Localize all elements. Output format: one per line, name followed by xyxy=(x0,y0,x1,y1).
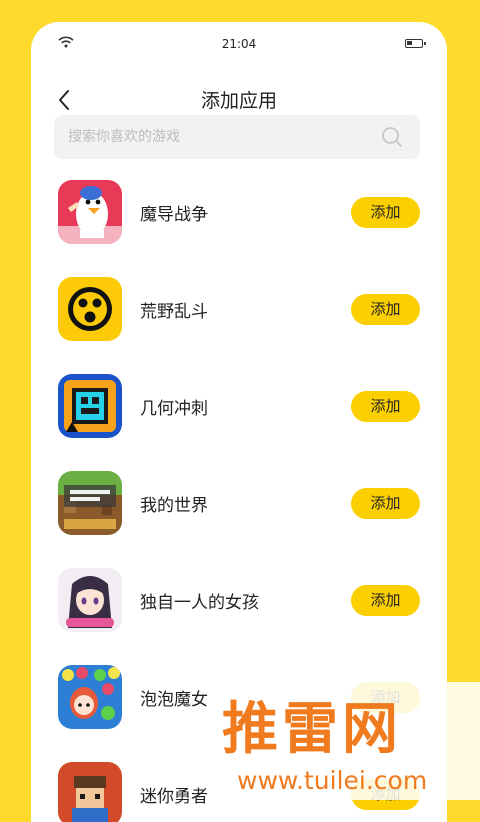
add-button[interactable]: 添加 xyxy=(351,197,420,228)
app-name: 泡泡魔女 xyxy=(140,690,208,710)
goose-game-icon xyxy=(58,180,122,244)
app-name: 几何冲刺 xyxy=(140,399,208,419)
list-item[interactable]: 我的世界 添加 xyxy=(31,468,447,544)
anime-girl-icon xyxy=(58,568,122,632)
minecraft-icon xyxy=(58,471,122,535)
list-item[interactable]: 几何冲刺 添加 xyxy=(31,371,447,447)
watermark-url: www.tuilei.com xyxy=(237,766,428,795)
search-input[interactable] xyxy=(68,115,368,159)
brawl-stars-icon xyxy=(58,277,122,341)
geometry-dash-icon xyxy=(58,374,122,438)
list-item[interactable]: 魔导战争 添加 xyxy=(31,177,447,253)
app-name: 迷你勇者 xyxy=(140,787,208,807)
search-icon[interactable] xyxy=(381,126,403,148)
list-item[interactable]: 独自一人的女孩 添加 xyxy=(31,565,447,641)
add-button[interactable]: 添加 xyxy=(351,585,420,616)
bubble-witch-icon xyxy=(58,665,122,729)
app-name: 魔导战争 xyxy=(140,205,208,225)
pixel-hero-icon xyxy=(58,762,122,822)
status-time: 21:04 xyxy=(221,37,257,51)
list-item[interactable]: 荒野乱斗 添加 xyxy=(31,274,447,350)
watermark: 推雷网 www.tuilei.com xyxy=(212,682,480,800)
watermark-logo: 推雷网 xyxy=(222,697,402,762)
app-name: 独自一人的女孩 xyxy=(140,593,259,613)
app-name: 我的世界 xyxy=(140,496,208,516)
add-button[interactable]: 添加 xyxy=(351,488,420,519)
page-title: 添加应用 xyxy=(200,90,277,112)
status-bar: 21:04 xyxy=(31,22,447,66)
app-name: 荒野乱斗 xyxy=(140,302,208,322)
battery-icon xyxy=(405,39,426,48)
add-button[interactable]: 添加 xyxy=(351,294,420,325)
search-bar[interactable] xyxy=(54,115,420,159)
add-button[interactable]: 添加 xyxy=(351,391,420,422)
